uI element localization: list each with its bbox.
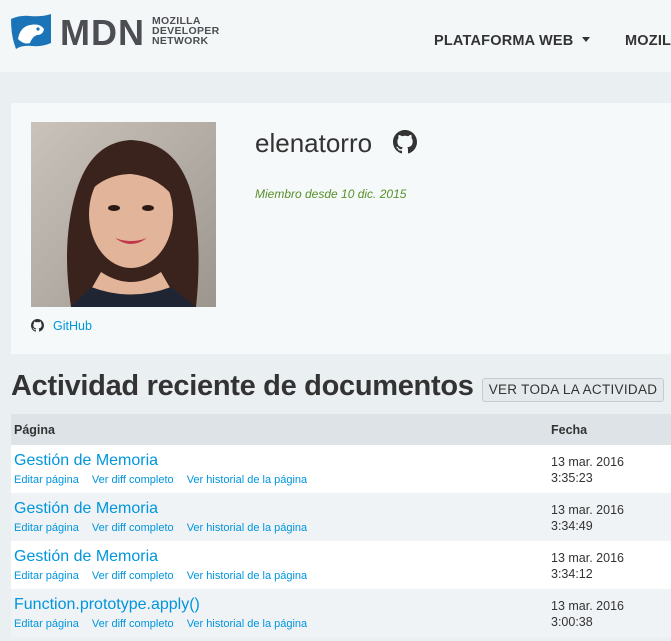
row-date-time: 3:34:49	[551, 519, 593, 533]
github-icon	[31, 319, 44, 332]
column-header-page: Página	[14, 423, 55, 437]
activity-table: Página Fecha Gestión de Memoria Editar p…	[11, 414, 671, 637]
view-diff-link[interactable]: Ver diff completo	[92, 618, 174, 630]
row-actions: Editar página Ver diff completo Ver hist…	[14, 522, 317, 534]
row-actions: Editar página Ver diff completo Ver hist…	[14, 618, 317, 630]
nav-label: MOZILL	[625, 33, 671, 49]
mdn-logo[interactable]: MDN MOZILLA DEVELOPER NETWORK	[10, 11, 220, 55]
view-diff-link[interactable]: Ver diff completo	[92, 522, 174, 534]
edit-page-link[interactable]: Editar página	[14, 522, 79, 534]
column-header-date: Fecha	[551, 423, 588, 437]
row-date-time: 3:34:12	[551, 567, 593, 581]
row-date-time: 3:35:23	[551, 471, 593, 485]
row-date: 13 mar. 2016 3:35:23	[551, 454, 624, 486]
github-icon[interactable]	[393, 130, 417, 154]
user-profile-card: GitHub elenatorro Miembro desde 10 dic. …	[11, 103, 671, 354]
view-history-link[interactable]: Ver historial de la página	[187, 522, 307, 534]
row-date-day: 13 mar. 2016	[551, 551, 624, 565]
row-date: 13 mar. 2016 3:00:38	[551, 598, 624, 630]
mdn-dino-logo-icon	[11, 14, 51, 49]
row-date-time: 3:00:38	[551, 615, 593, 629]
table-header: Página Fecha	[11, 414, 671, 445]
row-date: 13 mar. 2016 3:34:12	[551, 550, 624, 582]
nav-label: PLATAFORMA WEB	[434, 33, 574, 49]
table-row: Function.prototype.apply() Editar página…	[11, 589, 671, 637]
github-link-label: GitHub	[53, 319, 92, 333]
logo-subtitle: MOZILLA DEVELOPER NETWORK	[152, 16, 219, 47]
view-all-activity-button[interactable]: VER TODA LA ACTIVIDAD	[482, 378, 664, 402]
row-date-day: 13 mar. 2016	[551, 503, 624, 517]
table-row: Gestión de Memoria Editar página Ver dif…	[11, 541, 671, 589]
row-date-day: 13 mar. 2016	[551, 599, 624, 613]
document-title-link[interactable]: Gestión de Memoria	[14, 500, 158, 518]
row-date-day: 13 mar. 2016	[551, 455, 624, 469]
view-history-link[interactable]: Ver historial de la página	[187, 570, 307, 582]
document-title-link[interactable]: Gestión de Memoria	[14, 548, 158, 566]
table-row: Gestión de Memoria Editar página Ver dif…	[11, 493, 671, 541]
row-actions: Editar página Ver diff completo Ver hist…	[14, 474, 317, 486]
table-row: Gestión de Memoria Editar página Ver dif…	[11, 445, 671, 493]
nav-item-plataforma-web[interactable]: PLATAFORMA WEB	[434, 33, 591, 49]
view-history-link[interactable]: Ver historial de la página	[187, 618, 307, 630]
edit-page-link[interactable]: Editar página	[14, 474, 79, 486]
edit-page-link[interactable]: Editar página	[14, 570, 79, 582]
document-title-link[interactable]: Function.prototype.apply()	[14, 596, 200, 614]
view-diff-link[interactable]: Ver diff completo	[92, 570, 174, 582]
edit-page-link[interactable]: Editar página	[14, 618, 79, 630]
logo-wordmark: MDN	[60, 12, 145, 53]
avatar-photo	[31, 122, 216, 307]
caret-down-icon	[582, 36, 591, 42]
view-diff-link[interactable]: Ver diff completo	[92, 474, 174, 486]
view-history-link[interactable]: Ver historial de la página	[187, 474, 307, 486]
row-actions: Editar página Ver diff completo Ver hist…	[14, 570, 317, 582]
document-title-link[interactable]: Gestión de Memoria	[14, 452, 158, 470]
activity-heading: Actividad reciente de documentos	[11, 370, 474, 402]
nav-item-mozilla[interactable]: MOZILL	[625, 33, 671, 49]
site-header: MDN MOZILLA DEVELOPER NETWORK PLATAFORMA…	[0, 0, 671, 72]
profile-username: elenatorro	[255, 128, 373, 158]
member-since: Miembro desde 10 dic. 2015	[255, 187, 407, 201]
avatar	[31, 122, 216, 307]
logo-sub-line: NETWORK	[152, 35, 209, 47]
row-date: 13 mar. 2016 3:34:49	[551, 502, 624, 534]
